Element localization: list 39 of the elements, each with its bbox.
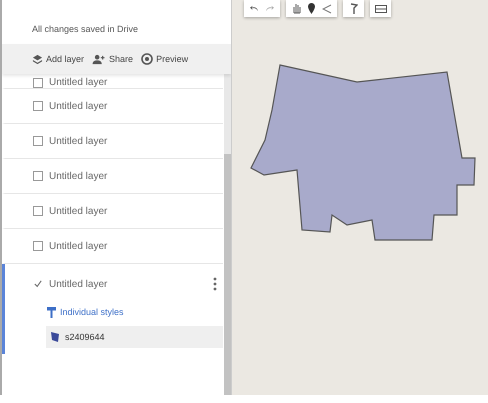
marker-icon[interactable] [308, 3, 315, 14]
polygon-icon [50, 331, 60, 343]
selected-layer[interactable]: Untitled layer Individual styles s2409644 [2, 264, 223, 354]
layer-name: Untitled layer [49, 240, 108, 252]
layer-checkbox[interactable] [33, 136, 43, 146]
layer-checkbox[interactable] [33, 241, 43, 251]
undo-icon[interactable] [250, 4, 259, 13]
layer-row[interactable]: Untitled layer [2, 159, 223, 194]
layer-name: Untitled layer [49, 100, 108, 112]
layer-row[interactable]: Untitled layer [2, 194, 223, 229]
layer-checkbox[interactable] [33, 78, 43, 88]
action-button[interactable]: Add layer [32, 54, 84, 64]
redo-icon[interactable] [265, 4, 274, 13]
scrollbar-thumb[interactable] [224, 154, 231, 395]
feature-name: s2409644 [65, 332, 105, 342]
layer-name: Untitled layer [49, 206, 108, 216]
eye-icon [141, 53, 154, 65]
map-polygon[interactable] [250, 64, 476, 241]
layers-icon [32, 54, 43, 64]
layer-checkbox[interactable] [33, 206, 43, 216]
layer-name: Untitled layer [49, 278, 108, 290]
line-tool-icon[interactable] [322, 4, 332, 14]
layer-row[interactable]: Untitled layer [2, 229, 223, 264]
style-link[interactable]: Individual styles [19, 304, 124, 320]
action-button[interactable]: Preview [141, 53, 188, 65]
action-button[interactable]: Share [92, 54, 134, 64]
layer-name: Untitled layer [49, 136, 108, 146]
layer-row[interactable]: Untitled layer [2, 74, 223, 89]
layer-checkbox[interactable] [33, 101, 43, 111]
more-options-icon[interactable] [213, 277, 217, 291]
save-status: All changes saved in Drive [32, 24, 138, 34]
layer-name: Untitled layer [49, 170, 108, 182]
layer-name: Untitled layer [49, 77, 108, 88]
layer-row[interactable]: Untitled layer [2, 124, 223, 159]
layer-checkbox[interactable] [33, 171, 43, 181]
add-person-icon [92, 54, 106, 64]
layer-checkbox[interactable] [33, 279, 43, 289]
feature-item[interactable]: s2409644 [46, 326, 223, 348]
layer-row[interactable]: Untitled layer [2, 89, 223, 124]
